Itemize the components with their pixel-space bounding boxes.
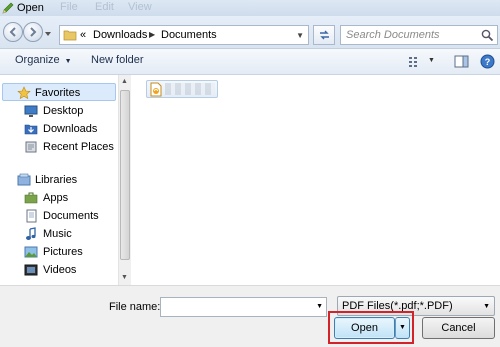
navigation-pane: Favorites Desktop Downloads Recent Place… xyxy=(0,75,131,285)
file-list[interactable] xyxy=(132,75,500,285)
breadcrumb-downloads[interactable]: Downloads xyxy=(93,29,147,41)
scroll-down-icon[interactable]: ▼ xyxy=(121,274,128,281)
nav-downloads[interactable]: Downloads xyxy=(0,120,118,138)
file-name-combo[interactable]: ▼ xyxy=(160,297,327,317)
view-dropdown-icon[interactable]: ▼ xyxy=(428,57,435,64)
nav-videos[interactable]: Videos xyxy=(0,261,118,279)
documents-icon xyxy=(26,209,37,223)
nav-documents-label: Documents xyxy=(43,210,99,222)
refresh-icon xyxy=(320,30,329,40)
videos-icon xyxy=(24,264,38,276)
preview-pane-icon[interactable] xyxy=(454,55,469,68)
new-folder-button[interactable]: New folder xyxy=(91,54,144,66)
ghost-menu-edit: Edit xyxy=(95,1,114,13)
search-icon[interactable] xyxy=(481,29,494,42)
file-name-label: File name: xyxy=(109,301,161,313)
pictures-icon xyxy=(24,246,38,258)
nav-desktop-label: Desktop xyxy=(43,105,84,117)
nav-videos-label: Videos xyxy=(43,264,77,276)
search-box[interactable] xyxy=(340,25,498,45)
nav-music[interactable]: Music xyxy=(0,225,118,243)
downloads-folder-icon xyxy=(24,124,38,135)
desktop-icon xyxy=(24,105,38,117)
window-title: Open xyxy=(17,2,44,14)
help-icon[interactable]: ? xyxy=(480,54,495,69)
file-type-dropdown-icon: ▼ xyxy=(483,303,490,310)
nav-documents[interactable]: Documents xyxy=(0,207,118,225)
open-dropdown-icon: ▼ xyxy=(399,324,406,331)
recent-places-icon xyxy=(25,141,37,153)
apps-icon xyxy=(24,192,38,204)
file-item[interactable] xyxy=(146,80,218,98)
open-split-dropdown[interactable]: ▼ xyxy=(395,317,410,339)
pdf-file-icon xyxy=(150,82,162,97)
ghost-menu-view: View xyxy=(128,1,152,13)
nav-libraries-label: Libraries xyxy=(35,174,78,186)
file-name-input[interactable] xyxy=(161,298,311,316)
scrollbar-thumb[interactable] xyxy=(120,90,130,260)
organize-label: Organize xyxy=(15,54,60,66)
nav-libraries[interactable]: Libraries xyxy=(0,171,118,189)
forward-button[interactable] xyxy=(23,22,43,42)
search-input[interactable] xyxy=(341,26,477,44)
folder-icon xyxy=(63,30,77,41)
nav-recent-places-label: Recent Places xyxy=(43,141,114,153)
obscured-file-name xyxy=(165,83,215,95)
back-button[interactable] xyxy=(3,22,23,42)
nav-desktop[interactable]: Desktop xyxy=(0,102,118,120)
view-options-icon[interactable] xyxy=(408,56,424,68)
forward-arrow-icon xyxy=(30,27,37,37)
music-note-icon xyxy=(26,227,36,240)
command-bar: Organize ▼ New folder ▼ ? xyxy=(0,49,500,75)
nav-downloads-label: Downloads xyxy=(43,123,98,135)
nav-recent-places[interactable]: Recent Places xyxy=(0,138,118,156)
scroll-up-icon[interactable]: ▲ xyxy=(121,78,128,85)
nav-apps-label: Apps xyxy=(43,192,69,204)
title-bar: Open File Edit View xyxy=(0,0,500,16)
star-icon xyxy=(17,86,31,100)
back-arrow-icon xyxy=(9,27,16,37)
breadcrumb-documents[interactable]: Documents xyxy=(161,29,217,41)
nav-pictures[interactable]: Pictures xyxy=(0,243,118,261)
nav-music-label: Music xyxy=(43,228,72,240)
nav-pane-scrollbar[interactable]: ▲ ▼ xyxy=(118,75,131,285)
nav-favorites[interactable]: Favorites xyxy=(2,83,116,101)
refresh-button[interactable] xyxy=(313,25,335,45)
organize-button[interactable]: Organize ▼ xyxy=(15,54,72,66)
breadcrumb-separator-icon[interactable]: ▶ xyxy=(149,30,155,39)
svg-text:?: ? xyxy=(485,57,491,67)
address-bar[interactable]: « Downloads ▶ Documents ▼ xyxy=(59,25,309,45)
address-row: « Downloads ▶ Documents ▼ xyxy=(0,16,500,49)
libraries-icon xyxy=(17,173,31,186)
recent-pages-dropdown[interactable] xyxy=(44,30,52,38)
nav-apps[interactable]: Apps xyxy=(0,189,118,207)
cancel-button[interactable]: Cancel xyxy=(422,317,495,339)
breadcrumb-overflow[interactable]: « xyxy=(80,29,86,41)
ghost-menu-file: File xyxy=(60,1,78,13)
file-name-dropdown-icon[interactable]: ▼ xyxy=(316,303,323,310)
nav-pictures-label: Pictures xyxy=(43,246,83,258)
open-button[interactable]: Open xyxy=(334,317,395,339)
open-app-icon xyxy=(2,2,14,14)
nav-favorites-label: Favorites xyxy=(35,87,81,99)
address-dropdown-icon[interactable]: ▼ xyxy=(296,31,304,40)
chevron-down-icon: ▼ xyxy=(64,58,72,65)
